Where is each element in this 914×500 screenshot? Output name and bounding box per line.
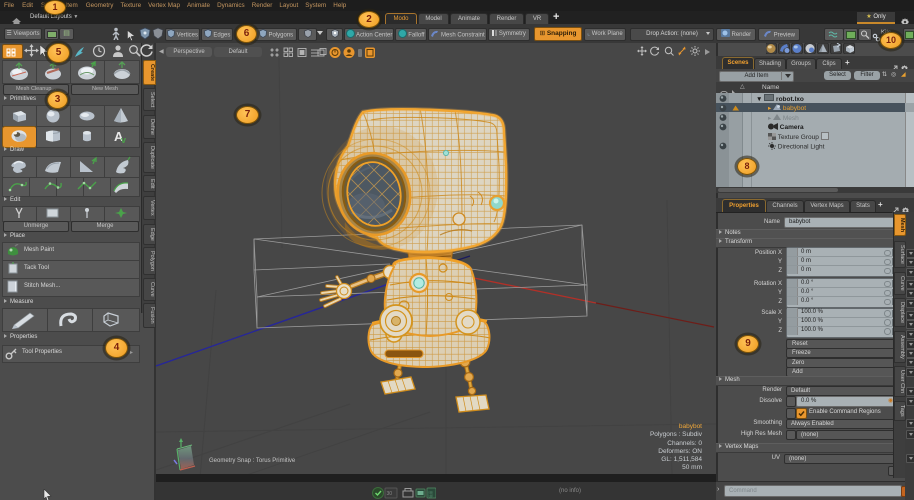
svg-text:30: 30	[387, 491, 393, 497]
svg-text:░: ░	[429, 491, 434, 498]
svg-text:v: v	[121, 135, 126, 145]
